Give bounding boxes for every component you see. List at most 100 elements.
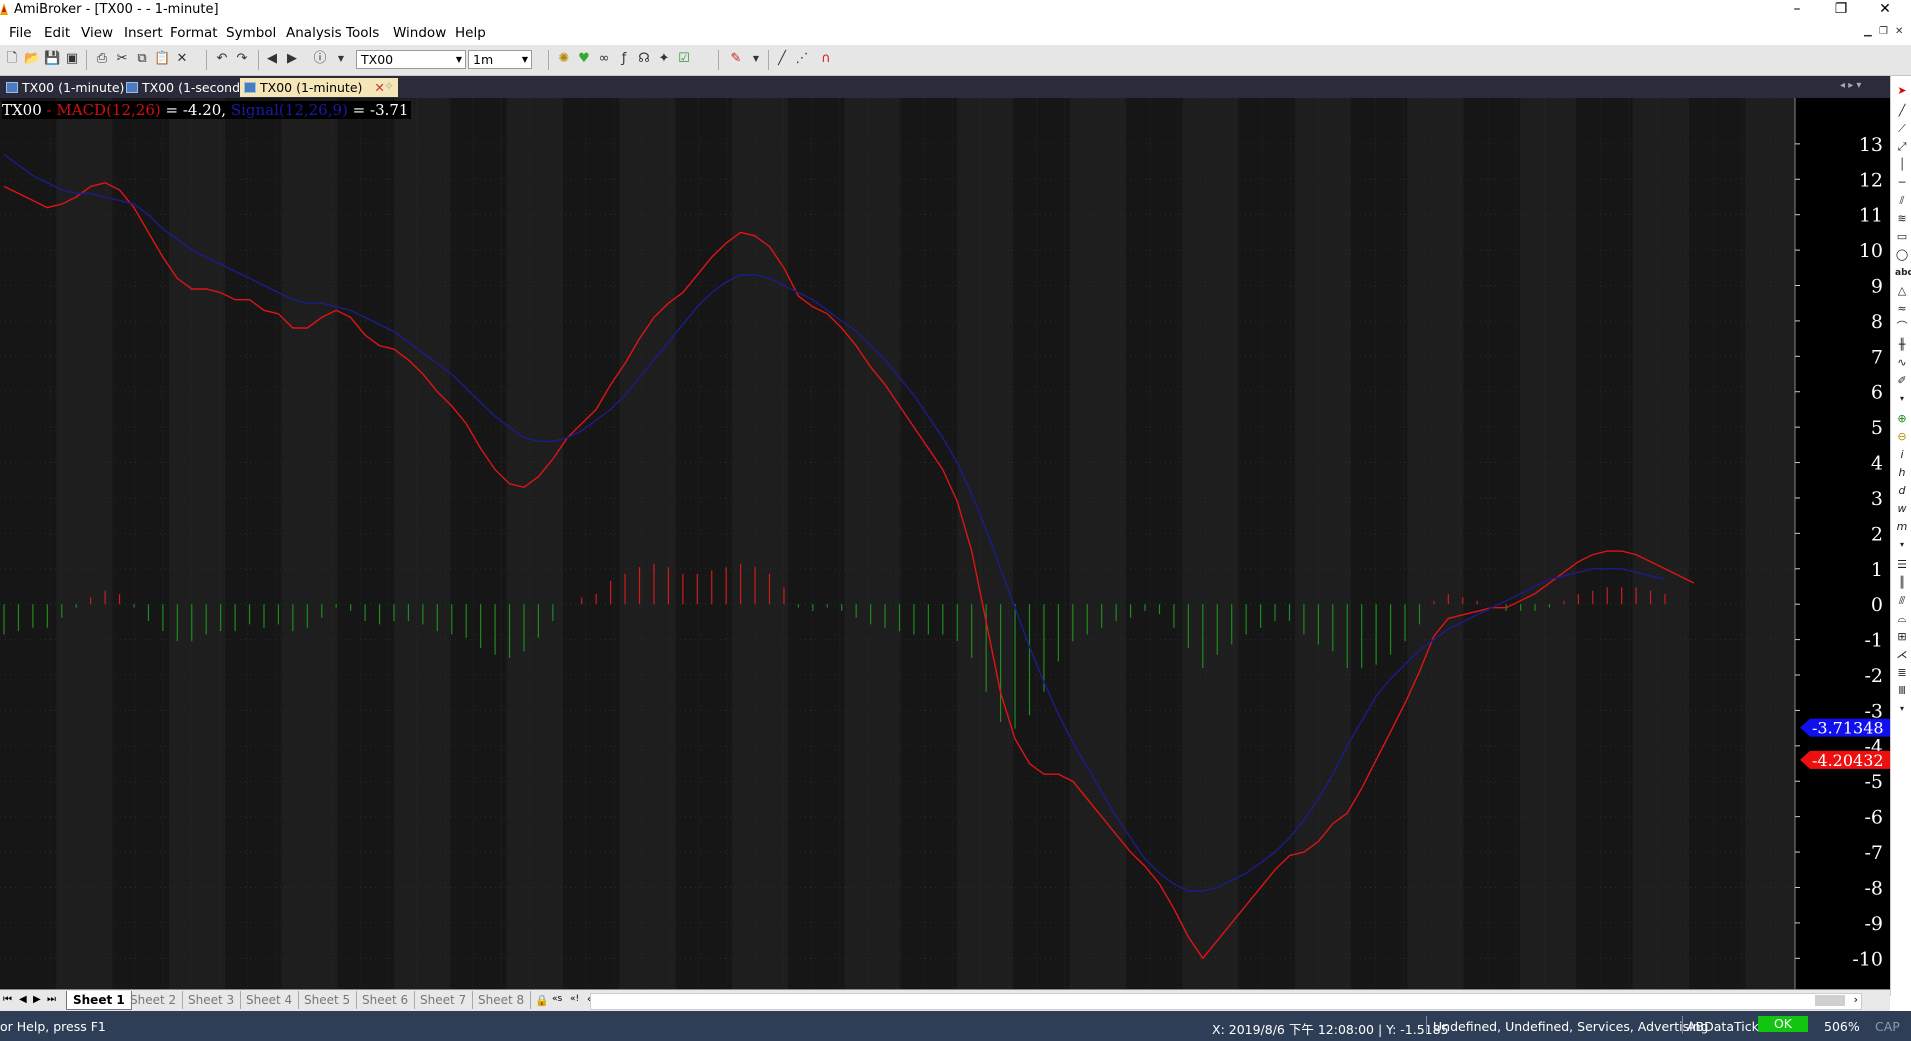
rectangle-icon[interactable]: ▭ xyxy=(1895,230,1909,244)
sheet-options-icon[interactable]: «s xyxy=(552,994,562,1004)
italic-d-icon[interactable]: d xyxy=(1895,484,1909,498)
mdi-restore-icon[interactable]: ❐ xyxy=(1879,26,1888,37)
gann-icon[interactable]: ⫻ xyxy=(1895,594,1909,608)
menu-help[interactable]: Help xyxy=(455,25,486,41)
channel-icon[interactable]: ≋ xyxy=(1895,212,1909,226)
magnet-icon[interactable]: ∩ xyxy=(818,51,834,67)
menu-edit[interactable]: Edit xyxy=(44,25,70,41)
menu-file[interactable]: File xyxy=(9,25,32,41)
menu-symbol[interactable]: Symbol xyxy=(226,25,276,41)
undo-icon[interactable]: ↶ xyxy=(214,51,230,67)
delete-icon[interactable]: ✕ xyxy=(174,51,190,67)
arc-icon[interactable]: ⌒ xyxy=(1895,320,1909,334)
menu-window[interactable]: Window xyxy=(393,25,446,41)
binoculars-icon[interactable]: ∞ xyxy=(596,51,612,67)
zoom-in-icon[interactable]: ⊕ xyxy=(1895,412,1909,426)
print-icon[interactable]: ⎙ xyxy=(94,51,110,67)
more-down-icon[interactable]: ▾ xyxy=(1895,538,1909,552)
restore-button[interactable]: ❐ xyxy=(1819,0,1863,20)
italic-w-icon[interactable]: w xyxy=(1895,502,1909,516)
sheet-tab-5[interactable]: Sheet 5 xyxy=(298,991,358,1009)
list-icon[interactable]: ≣ xyxy=(1895,666,1909,680)
first-sheet-icon[interactable]: ⏮ xyxy=(3,994,12,1005)
draw-line-icon[interactable]: ╱ xyxy=(774,51,790,67)
pencil-icon[interactable]: ✐ xyxy=(1895,374,1909,388)
scroll-right-icon[interactable]: › xyxy=(1854,993,1858,1006)
close-button[interactable]: ✕ xyxy=(1863,0,1907,20)
heart-icon[interactable]: ♥ xyxy=(576,51,592,67)
menu-tools[interactable]: Tools xyxy=(346,25,379,41)
open-folder-icon[interactable]: 📂 xyxy=(24,51,40,67)
new-file-icon[interactable]: 🗋 xyxy=(4,51,20,67)
backtest-icon[interactable]: ☊ xyxy=(636,51,652,67)
lock-icon[interactable]: 🔒 xyxy=(535,994,549,1007)
pen-color-icon[interactable]: ✎ xyxy=(728,51,744,67)
chevron-down-icon[interactable]: ▼ xyxy=(453,51,465,68)
interval-combobox[interactable]: 1m ▼ xyxy=(468,50,532,69)
sheet-tab-8[interactable]: Sheet 8 xyxy=(472,991,532,1009)
info-icon[interactable]: ⓘ xyxy=(312,51,328,67)
bars-icon[interactable]: ║ xyxy=(1895,576,1909,590)
vertical-line-icon[interactable]: │ xyxy=(1895,158,1909,172)
new-tab-icon[interactable]: ✧ xyxy=(384,79,394,93)
cut-icon[interactable]: ✂ xyxy=(114,51,130,67)
fan-icon[interactable]: ≈ xyxy=(1895,302,1909,316)
sheet-tab-3[interactable]: Sheet 3 xyxy=(182,991,242,1009)
line-tool-icon[interactable]: ╱ xyxy=(1895,104,1909,118)
minimize-button[interactable]: – xyxy=(1775,0,1819,20)
text-tool-icon[interactable]: abc xyxy=(1895,266,1911,280)
triangle-icon[interactable]: △ xyxy=(1895,284,1909,298)
next-sheet-icon[interactable]: ▶ xyxy=(33,994,41,1005)
parallel-lines-icon[interactable]: ⫽ xyxy=(1895,194,1909,208)
grid-icon[interactable]: ⊞ xyxy=(1895,630,1909,644)
italic-m-icon[interactable]: m xyxy=(1895,520,1909,534)
dropdown-arrow-icon[interactable]: ▼ xyxy=(333,51,349,67)
wand-icon[interactable]: ✦ xyxy=(656,51,672,67)
sheet-tab-2[interactable]: Sheet 2 xyxy=(124,991,184,1009)
sheet-adjust-icon[interactable]: «! xyxy=(570,994,579,1004)
dotted-line-icon[interactable]: ⋰ xyxy=(794,51,810,67)
wave-icon[interactable]: ∿ xyxy=(1895,356,1909,370)
last-sheet-icon[interactable]: ⏭ xyxy=(47,994,56,1005)
fan-lines-icon[interactable]: ⋌ xyxy=(1895,648,1909,662)
tab-scroll-icon[interactable]: ◂ ▸ ▾ xyxy=(1840,80,1861,91)
sheet-tab-4[interactable]: Sheet 4 xyxy=(240,991,300,1009)
pointer-icon[interactable]: ➤ xyxy=(1895,84,1909,98)
copy-icon[interactable]: ⧉ xyxy=(134,51,150,67)
doc-tab-1[interactable]: TX00 (1-minute) xyxy=(2,78,140,97)
more-down-icon[interactable]: ▾ xyxy=(1895,702,1909,716)
chevron-down-icon[interactable]: ▼ xyxy=(519,51,531,68)
lines-icon[interactable]: ☰ xyxy=(1895,558,1909,572)
macd-chart[interactable]: 131211109876543210-1-2-3-4-5-6-7-8-9-10-… xyxy=(0,98,1890,989)
check-icon[interactable]: ☑ xyxy=(676,51,692,67)
extended-line-icon[interactable]: ⤢ xyxy=(1895,140,1909,154)
horizontal-scrollbar[interactable]: › xyxy=(590,993,1862,1010)
mdi-close-icon[interactable]: ✕ xyxy=(1895,26,1903,37)
sheet-tab-1[interactable]: Sheet 1 xyxy=(66,991,132,1010)
ellipse-icon[interactable]: ◯ xyxy=(1895,248,1909,262)
more-down-icon[interactable]: ▾ xyxy=(1895,392,1909,406)
horizontal-line-icon[interactable]: ─ xyxy=(1895,176,1909,190)
menu-insert[interactable]: Insert xyxy=(124,25,163,41)
zoom-out-icon[interactable]: ⊖ xyxy=(1895,430,1909,444)
sun-icon[interactable]: ✺ xyxy=(556,51,572,67)
italic-i-icon[interactable]: i xyxy=(1895,448,1909,462)
save-icon[interactable]: 💾 xyxy=(44,51,60,67)
redo-icon[interactable]: ↷ xyxy=(234,51,250,67)
mdi-minimize-icon[interactable]: ▁ xyxy=(1864,26,1872,37)
cycles-icon[interactable]: Ⅲ xyxy=(1895,684,1909,698)
formula-icon[interactable]: ƒ xyxy=(616,51,632,67)
sheet-tab-6[interactable]: Sheet 6 xyxy=(356,991,416,1009)
menu-analysis[interactable]: Analysis xyxy=(286,25,342,41)
menu-view[interactable]: View xyxy=(81,25,113,41)
forward-icon[interactable]: ▶ xyxy=(284,51,300,67)
paste-icon[interactable]: 📋 xyxy=(154,51,170,67)
dropdown-arrow-icon[interactable]: ▼ xyxy=(748,51,764,67)
fib-icon[interactable]: ╫ xyxy=(1895,338,1909,352)
sheet-tab-7[interactable]: Sheet 7 xyxy=(414,991,474,1009)
back-icon[interactable]: ◀ xyxy=(264,51,280,67)
save-all-icon[interactable]: ▣ xyxy=(64,51,80,67)
chart-pane[interactable]: 13 12 11 10 9 8 7 6 5 4 3 2 1 0 -1 -2 -3 -4 -5 -6 -7 -8 -9 -10-… xyxy=(0,98,1890,989)
ray-tool-icon[interactable]: ⟋ xyxy=(1895,122,1909,136)
menu-format[interactable]: Format xyxy=(170,25,218,41)
